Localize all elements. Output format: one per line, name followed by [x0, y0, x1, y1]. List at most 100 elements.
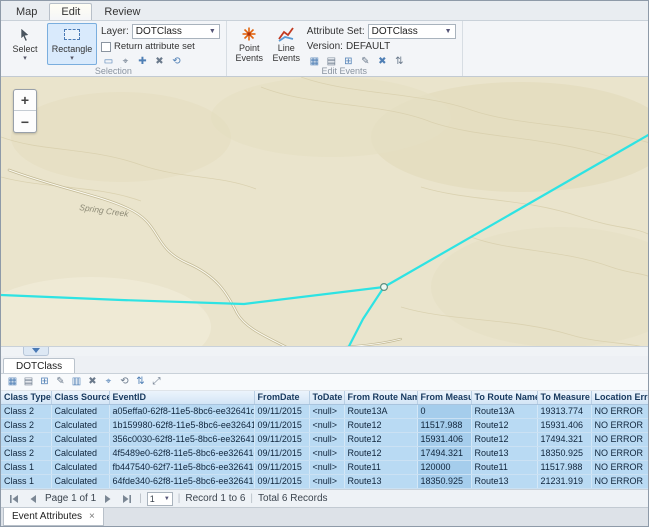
select-tool-label: Select — [12, 44, 37, 54]
delete-record-icon[interactable]: ✖ — [85, 374, 100, 389]
table-row[interactable]: Class 2Calculated4f5489e0-62f8-11e5-8bc6… — [1, 447, 649, 461]
return-attribute-set-checkbox[interactable] — [101, 42, 111, 52]
layer-select[interactable]: DOTClass ▼ — [132, 24, 220, 39]
point-events-label: Point Events — [235, 43, 264, 63]
rectangle-tool-button[interactable]: Rectangle ▾ — [47, 23, 97, 65]
table-row[interactable]: Class 1Calculated64fde340-62f8-11e5-8bc6… — [1, 475, 649, 489]
route-vertex-marker[interactable] — [381, 284, 388, 291]
table-row[interactable]: Class 2Calculated356c0030-62f8-11e5-8bc6… — [1, 433, 649, 447]
fit-columns-icon[interactable]: ⤢ — [149, 374, 164, 389]
column-header[interactable]: To Route Name — [471, 391, 537, 405]
point-events-button[interactable]: Point Events — [233, 23, 266, 65]
table-cell: NO ERROR — [591, 405, 649, 419]
tab-dotclass[interactable]: DOTClass — [3, 358, 75, 373]
table-cell: Route13A — [471, 405, 537, 419]
table-cell: Calculated — [51, 461, 109, 475]
table-cell: 120000 — [417, 461, 471, 475]
attribute-set-value: DOTClass — [372, 26, 418, 37]
panel-tabbar: DOTClass — [1, 356, 648, 374]
column-header[interactable]: Class Type — [1, 391, 51, 405]
save-edits-icon[interactable]: ▥ — [69, 374, 84, 389]
show-selected-records-icon[interactable]: ▤ — [21, 374, 36, 389]
close-icon[interactable]: × — [89, 511, 95, 522]
select-cursor-icon — [17, 26, 33, 43]
version-value: DEFAULT — [346, 41, 390, 52]
edit-record-icon[interactable]: ✎ — [53, 374, 68, 389]
sort-records-icon[interactable]: ⇅ — [133, 374, 148, 389]
event-table-header-row: Class TypeClass SourceEventIDFromDateToD… — [1, 391, 649, 405]
refresh-table-icon[interactable]: ⟲ — [117, 374, 132, 389]
chevron-down-icon: ▼ — [445, 28, 452, 35]
column-header[interactable]: Class Source — [51, 391, 109, 405]
table-cell: 09/11/2015 — [254, 419, 309, 433]
table-cell: Route12 — [344, 419, 417, 433]
tab-edit[interactable]: Edit — [49, 3, 92, 20]
chevron-down-icon: ▼ — [164, 496, 170, 502]
show-all-records-icon[interactable]: ▦ — [5, 374, 20, 389]
add-record-icon[interactable]: ⊞ — [37, 374, 52, 389]
column-header[interactable]: From Route Name — [344, 391, 417, 405]
column-header[interactable]: From Measure — [417, 391, 471, 405]
table-cell: 11517.988 — [537, 461, 591, 475]
table-cell: Class 1 — [1, 461, 51, 475]
table-cell: Route11 — [344, 461, 417, 475]
table-cell: Route11 — [471, 461, 537, 475]
previous-page-button[interactable] — [26, 492, 40, 505]
column-header[interactable]: EventID — [109, 391, 254, 405]
select-tool-button[interactable]: Select ▾ — [7, 23, 43, 65]
column-header[interactable]: ToDate — [309, 391, 344, 405]
chevron-down-icon: ▼ — [209, 28, 216, 35]
attribute-set-select[interactable]: DOTClass ▼ — [368, 24, 456, 39]
event-attributes-tab-label: Event Attributes — [12, 511, 82, 522]
point-events-icon — [241, 26, 257, 42]
table-row[interactable]: Class 2Calculateda05effa0-62f8-11e5-8bc6… — [1, 405, 649, 419]
table-cell: Route12 — [344, 447, 417, 461]
next-page-button[interactable] — [101, 492, 115, 505]
table-cell: Calculated — [51, 433, 109, 447]
ribbon-tabbar: Map Edit Review — [1, 1, 648, 20]
zoom-to-selected-icon[interactable]: ⌖ — [101, 374, 116, 389]
page-label: Page 1 of 1 — [45, 493, 96, 504]
selection-group-label: Selection — [1, 66, 226, 76]
table-cell: 09/11/2015 — [254, 461, 309, 475]
table-cell: Class 1 — [1, 475, 51, 489]
column-header[interactable]: Location Error — [591, 391, 649, 405]
return-attribute-set-label: Return attribute set — [114, 41, 195, 52]
table-cell: 17494.321 — [417, 447, 471, 461]
separator: | — [139, 493, 142, 504]
table-cell: 4f5489e0-62f8-11e5-8bc6-ee32641d5ec9 — [109, 447, 254, 461]
rectangle-tool-label: Rectangle — [52, 44, 93, 54]
table-cell: Class 2 — [1, 405, 51, 419]
collapse-panel-button[interactable] — [23, 347, 49, 356]
table-cell: 19313.774 — [537, 405, 591, 419]
table-cell: Route12 — [471, 433, 537, 447]
column-header[interactable]: FromDate — [254, 391, 309, 405]
last-page-button[interactable] — [120, 492, 134, 505]
attribute-set-label: Attribute Set: — [307, 26, 365, 37]
first-page-button[interactable] — [7, 492, 21, 505]
event-attributes-tab[interactable]: Event Attributes × — [3, 508, 104, 526]
table-cell: 09/11/2015 — [254, 433, 309, 447]
table-cell: Calculated — [51, 447, 109, 461]
table-row[interactable]: Class 1Calculatedfb447540-62f7-11e5-8bc6… — [1, 461, 649, 475]
table-cell: Route13 — [471, 447, 537, 461]
zoom-out-button[interactable]: − — [14, 111, 36, 132]
table-cell: a05effa0-62f8-11e5-8bc6-ee32641d5ec9 — [109, 405, 254, 419]
column-header[interactable]: To Measure — [537, 391, 591, 405]
table-cell: 15931.406 — [417, 433, 471, 447]
table-cell: Class 2 — [1, 419, 51, 433]
table-cell: NO ERROR — [591, 419, 649, 433]
page-number-select[interactable]: 1 ▼ — [147, 492, 173, 506]
zoom-in-button[interactable]: + — [14, 90, 36, 111]
event-editor-window: Map Edit Review Select ▾ Rectangle ▾ Lay… — [0, 0, 649, 527]
line-events-button[interactable]: Line Events — [270, 23, 303, 65]
tab-review[interactable]: Review — [92, 3, 152, 20]
table-cell: Route13 — [344, 475, 417, 489]
map-canvas[interactable]: Spring Creek + − — [1, 77, 648, 346]
table-cell: 18350.925 — [417, 475, 471, 489]
layer-select-value: DOTClass — [136, 26, 182, 37]
table-cell: 21231.919 — [537, 475, 591, 489]
table-row[interactable]: Class 2Calculated1b159980-62f8-11e5-8bc6… — [1, 419, 649, 433]
tab-map[interactable]: Map — [4, 3, 49, 20]
edit-events-group-label: Edit Events — [227, 66, 462, 76]
